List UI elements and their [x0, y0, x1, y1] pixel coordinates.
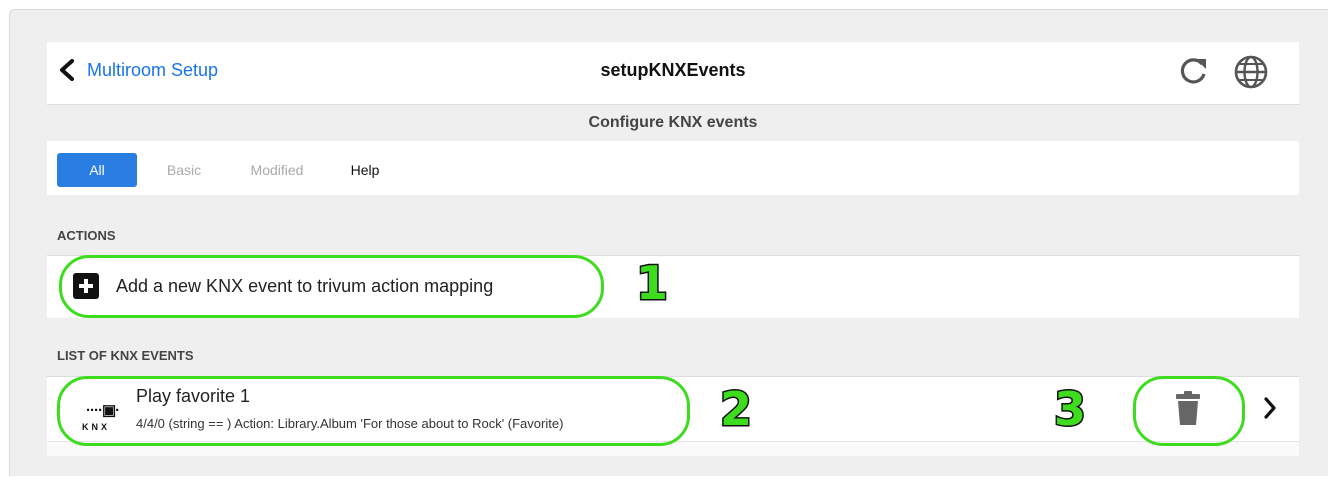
refresh-icon[interactable]	[1176, 54, 1210, 88]
callout-number-3: 3	[1052, 381, 1087, 438]
tab-all[interactable]: All	[57, 153, 137, 187]
callout-number-2: 2	[718, 381, 753, 438]
filter-tabs: All Basic Modified Help	[47, 141, 1299, 195]
callout-delete	[1133, 376, 1245, 446]
tab-basic[interactable]: Basic	[159, 153, 209, 187]
chevron-right-icon[interactable]	[1262, 396, 1278, 420]
callout-add-event	[59, 255, 604, 318]
tab-help[interactable]: Help	[345, 153, 385, 187]
callout-event-row	[57, 376, 690, 446]
callout-number-1: 1	[634, 255, 669, 312]
nav-header: Multiroom Setup setupKNXEvents	[47, 42, 1299, 105]
section-title: Configure KNX events	[47, 105, 1299, 141]
events-section-label: LIST OF KNX EVENTS	[57, 348, 194, 363]
globe-icon[interactable]	[1233, 54, 1269, 90]
actions-section-label: ACTIONS	[57, 228, 116, 243]
tab-modified[interactable]: Modified	[237, 153, 317, 187]
page-title: setupKNXEvents	[600, 60, 746, 80]
